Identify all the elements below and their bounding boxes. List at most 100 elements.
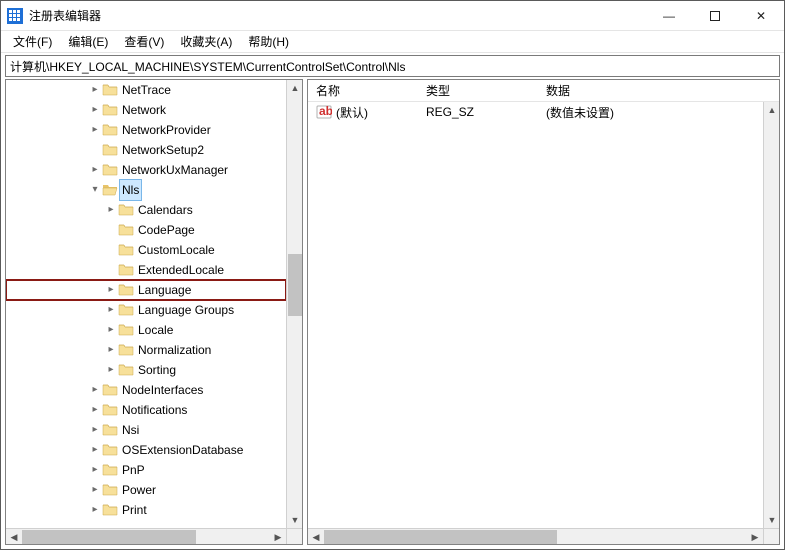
collapse-icon[interactable]: ▾ xyxy=(88,180,102,200)
scroll-thumb[interactable] xyxy=(288,254,302,316)
expand-icon[interactable]: ▸ xyxy=(88,120,102,140)
svg-text:ab: ab xyxy=(319,104,332,118)
tree-node[interactable]: ▸Network xyxy=(6,100,286,120)
folder-icon xyxy=(118,262,134,278)
expand-icon[interactable]: ▸ xyxy=(88,440,102,460)
window-title: 注册表编辑器 xyxy=(29,7,101,24)
tree-node[interactable]: ▸ NetworkUxManager xyxy=(6,160,286,180)
expand-icon[interactable]: ▸ xyxy=(88,400,102,420)
tree-node-label: ExtendedLocale xyxy=(136,260,226,280)
value-data: (数值未设置) xyxy=(538,104,763,121)
scroll-corner xyxy=(286,528,302,544)
minimize-button[interactable]: — xyxy=(646,1,692,31)
expand-icon[interactable]: ▸ xyxy=(104,360,118,380)
titlebar: 注册表编辑器 — ✕ xyxy=(1,1,784,31)
scroll-down-button[interactable]: ▼ xyxy=(764,512,779,528)
expand-icon[interactable]: ▸ xyxy=(104,280,118,300)
menu-view[interactable]: 查看(V) xyxy=(116,31,172,52)
list-header: 名称 类型 数据 xyxy=(308,80,779,102)
expand-icon[interactable]: ▸ xyxy=(88,480,102,500)
expand-icon[interactable]: ▸ xyxy=(88,100,102,120)
tree-node[interactable]: ▸Power xyxy=(6,480,286,500)
folder-icon xyxy=(118,282,134,298)
expand-icon[interactable]: ▸ xyxy=(104,200,118,220)
value-row[interactable]: ab (默认) REG_SZ(数值未设置) xyxy=(308,102,763,122)
tree-node-label: Sorting xyxy=(136,360,178,380)
close-button[interactable]: ✕ xyxy=(738,1,784,31)
tree-node-label: Normalization xyxy=(136,340,213,360)
values-list[interactable]: ab (默认) REG_SZ(数值未设置) xyxy=(308,102,763,528)
tree-node[interactable]: ▸Print xyxy=(6,500,286,520)
tree-node[interactable]: ▾Nls xyxy=(6,180,286,200)
tree-node[interactable]: ▸ PnP xyxy=(6,460,286,480)
column-name[interactable]: 名称 xyxy=(308,80,418,101)
expand-icon[interactable]: ▸ xyxy=(88,500,102,520)
expand-icon[interactable]: ▸ xyxy=(104,320,118,340)
menubar: 文件(F) 编辑(E) 查看(V) 收藏夹(A) 帮助(H) xyxy=(1,31,784,53)
expand-icon[interactable]: ▸ xyxy=(104,340,118,360)
tree-node[interactable]: ▸CodePage xyxy=(6,220,286,240)
scroll-up-button[interactable]: ▲ xyxy=(287,80,302,96)
value-type: REG_SZ xyxy=(418,105,538,119)
folder-icon xyxy=(102,382,118,398)
values-horizontal-scrollbar[interactable]: ◀ ▶ xyxy=(308,528,763,544)
tree-horizontal-scrollbar[interactable]: ◀ ▶ xyxy=(6,528,286,544)
tree-node[interactable]: ▸NetworkProvider xyxy=(6,120,286,140)
tree-node[interactable]: ▸ OSExtensionDatabase xyxy=(6,440,286,460)
tree-node[interactable]: ▸Language Groups xyxy=(6,300,286,320)
tree-node[interactable]: ▸NodeInterfaces xyxy=(6,380,286,400)
expand-icon[interactable]: ▸ xyxy=(88,460,102,480)
folder-icon xyxy=(118,362,134,378)
scroll-corner xyxy=(763,528,779,544)
tree-vertical-scrollbar[interactable]: ▲ ▼ xyxy=(286,80,302,528)
tree-node[interactable]: ▸Nsi xyxy=(6,420,286,440)
tree-node[interactable]: ▸ Locale xyxy=(6,320,286,340)
folder-icon xyxy=(118,322,134,338)
column-type[interactable]: 类型 xyxy=(418,80,538,101)
scroll-up-button[interactable]: ▲ xyxy=(764,102,779,118)
expand-icon[interactable]: ▸ xyxy=(88,160,102,180)
tree-node[interactable]: ▸NetTrace xyxy=(6,80,286,100)
tree-node-label: NetworkSetup2 xyxy=(120,140,206,160)
maximize-button[interactable] xyxy=(692,1,738,31)
menu-help[interactable]: 帮助(H) xyxy=(240,31,297,52)
expand-icon[interactable]: ▸ xyxy=(104,300,118,320)
scroll-left-button[interactable]: ◀ xyxy=(6,529,22,544)
folder-icon xyxy=(102,162,118,178)
values-vertical-scrollbar[interactable]: ▲ ▼ xyxy=(763,102,779,528)
folder-icon xyxy=(118,222,134,238)
expand-icon[interactable]: ▸ xyxy=(88,80,102,100)
tree-node[interactable]: ▸NetworkSetup2 xyxy=(6,140,286,160)
menu-edit[interactable]: 编辑(E) xyxy=(60,31,116,52)
expand-icon[interactable]: ▸ xyxy=(88,380,102,400)
menu-file[interactable]: 文件(F) xyxy=(5,31,60,52)
tree-node[interactable]: ▸Notifications xyxy=(6,400,286,420)
folder-icon xyxy=(102,502,118,518)
address-path: 计算机\HKEY_LOCAL_MACHINE\SYSTEM\CurrentCon… xyxy=(10,58,405,75)
scroll-right-button[interactable]: ▶ xyxy=(270,529,286,544)
scroll-thumb[interactable] xyxy=(22,530,196,544)
scroll-down-button[interactable]: ▼ xyxy=(287,512,302,528)
tree-node[interactable]: ▸Calendars xyxy=(6,200,286,220)
scroll-left-button[interactable]: ◀ xyxy=(308,529,324,544)
tree-node[interactable]: ▸ Sorting xyxy=(6,360,286,380)
folder-icon xyxy=(102,402,118,418)
tree-node-label: PnP xyxy=(120,460,147,480)
menu-favorites[interactable]: 收藏夹(A) xyxy=(172,31,240,52)
value-name: (默认) xyxy=(336,104,368,121)
scroll-thumb[interactable] xyxy=(324,530,557,544)
folder-icon xyxy=(118,342,134,358)
tree-node-label: OSExtensionDatabase xyxy=(120,440,245,460)
column-data[interactable]: 数据 xyxy=(538,80,779,101)
folder-icon xyxy=(102,82,118,98)
tree-node-label: Locale xyxy=(136,320,175,340)
expand-icon[interactable]: ▸ xyxy=(88,420,102,440)
scroll-right-button[interactable]: ▶ xyxy=(747,529,763,544)
tree-node[interactable]: ▸CustomLocale xyxy=(6,240,286,260)
tree-node[interactable]: ▸ExtendedLocale xyxy=(6,260,286,280)
registry-tree[interactable]: ▸NetTrace▸Network▸NetworkProvider▸Networ… xyxy=(6,80,286,528)
address-bar[interactable]: 计算机\HKEY_LOCAL_MACHINE\SYSTEM\CurrentCon… xyxy=(5,55,780,77)
tree-node[interactable]: ▸Language xyxy=(6,280,286,300)
tree-node[interactable]: ▸ Normalization xyxy=(6,340,286,360)
tree-node-label: NetworkUxManager xyxy=(120,160,230,180)
